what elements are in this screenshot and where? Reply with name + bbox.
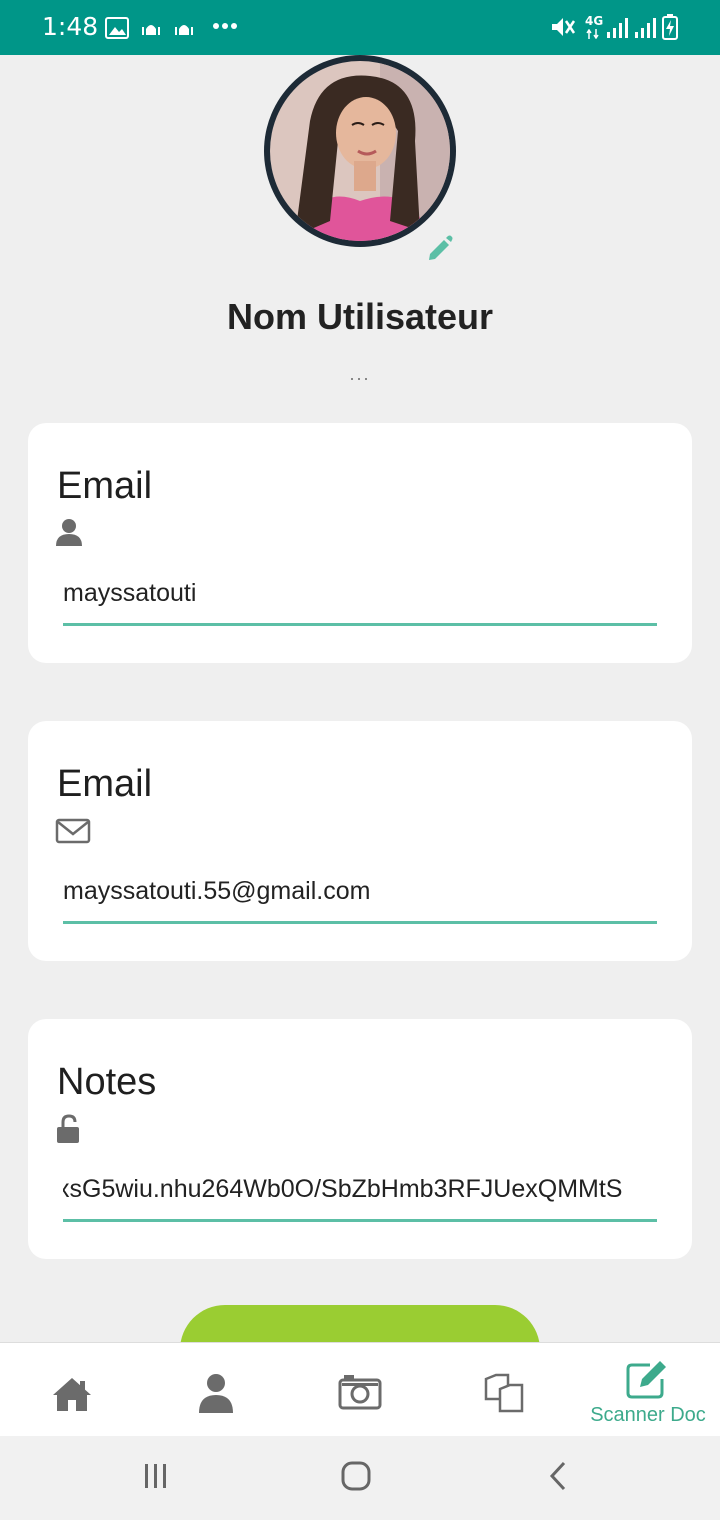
email-card: Email mayssatouti.55@gmail.com [28, 721, 692, 961]
card-title: Email [57, 465, 153, 507]
bottom-nav: Scanner Doc [0, 1342, 720, 1437]
signal-icon [635, 18, 656, 38]
user-photo [270, 61, 450, 241]
unlock-icon [57, 1114, 79, 1143]
mosque-icon [142, 25, 160, 35]
profile-subtitle: ... [349, 364, 371, 384]
system-nav-bar [0, 1436, 720, 1520]
home-icon [53, 1378, 91, 1411]
status-bar: 1:48 4G [0, 0, 720, 55]
nav-camera[interactable] [288, 1343, 432, 1437]
email-value: mayssatouti.55@gmail.com [63, 877, 371, 905]
recent-apps-icon[interactable] [143, 1462, 169, 1490]
nav-home[interactable] [0, 1343, 144, 1437]
username-field[interactable]: mayssatouti [63, 571, 657, 626]
nav-documents[interactable] [432, 1343, 576, 1437]
user-icon [56, 519, 82, 546]
profile-avatar-frame [264, 55, 456, 247]
card-title: Email [57, 763, 153, 805]
nav-label: Scanner Doc [590, 1404, 706, 1426]
edit-square-icon [626, 1361, 666, 1399]
documents-icon [484, 1373, 524, 1413]
page-title: Nom Utilisateur [226, 296, 494, 337]
more-icon [213, 23, 237, 29]
user-icon [199, 1374, 233, 1413]
nav-scanner-doc[interactable]: Scanner Doc [576, 1343, 720, 1437]
mute-icon [552, 18, 576, 36]
camera-icon [338, 1375, 382, 1410]
network-type: 4G [585, 14, 604, 28]
email-field[interactable]: mayssatouti.55@gmail.com [63, 869, 657, 924]
image-icon [105, 17, 129, 39]
notes-field[interactable]: xsG5wiu.nhu264Wb0O/SbZbHmb3RFJUexQMMtS [63, 1167, 657, 1222]
mosque-icon [175, 25, 193, 35]
back-icon[interactable] [547, 1461, 569, 1491]
card-title: Notes [57, 1061, 157, 1103]
data-arrows-icon [586, 29, 599, 39]
pencil-icon[interactable] [424, 232, 456, 264]
envelope-icon [55, 818, 91, 844]
signal-icon [607, 18, 628, 38]
status-time: 1:48 [42, 12, 99, 41]
username-card: Email mayssatouti [28, 423, 692, 663]
username-value: mayssatouti [63, 579, 197, 607]
nav-profile[interactable] [144, 1343, 288, 1437]
notes-value: xsG5wiu.nhu264Wb0O/SbZbHmb3RFJUexQMMtS [63, 1175, 623, 1203]
home-button-icon[interactable] [340, 1461, 372, 1491]
notes-card: Notes xsG5wiu.nhu264Wb0O/SbZbHmb3RFJUexQ… [28, 1019, 692, 1259]
avatar [270, 61, 450, 241]
battery-charging-icon [662, 14, 678, 40]
